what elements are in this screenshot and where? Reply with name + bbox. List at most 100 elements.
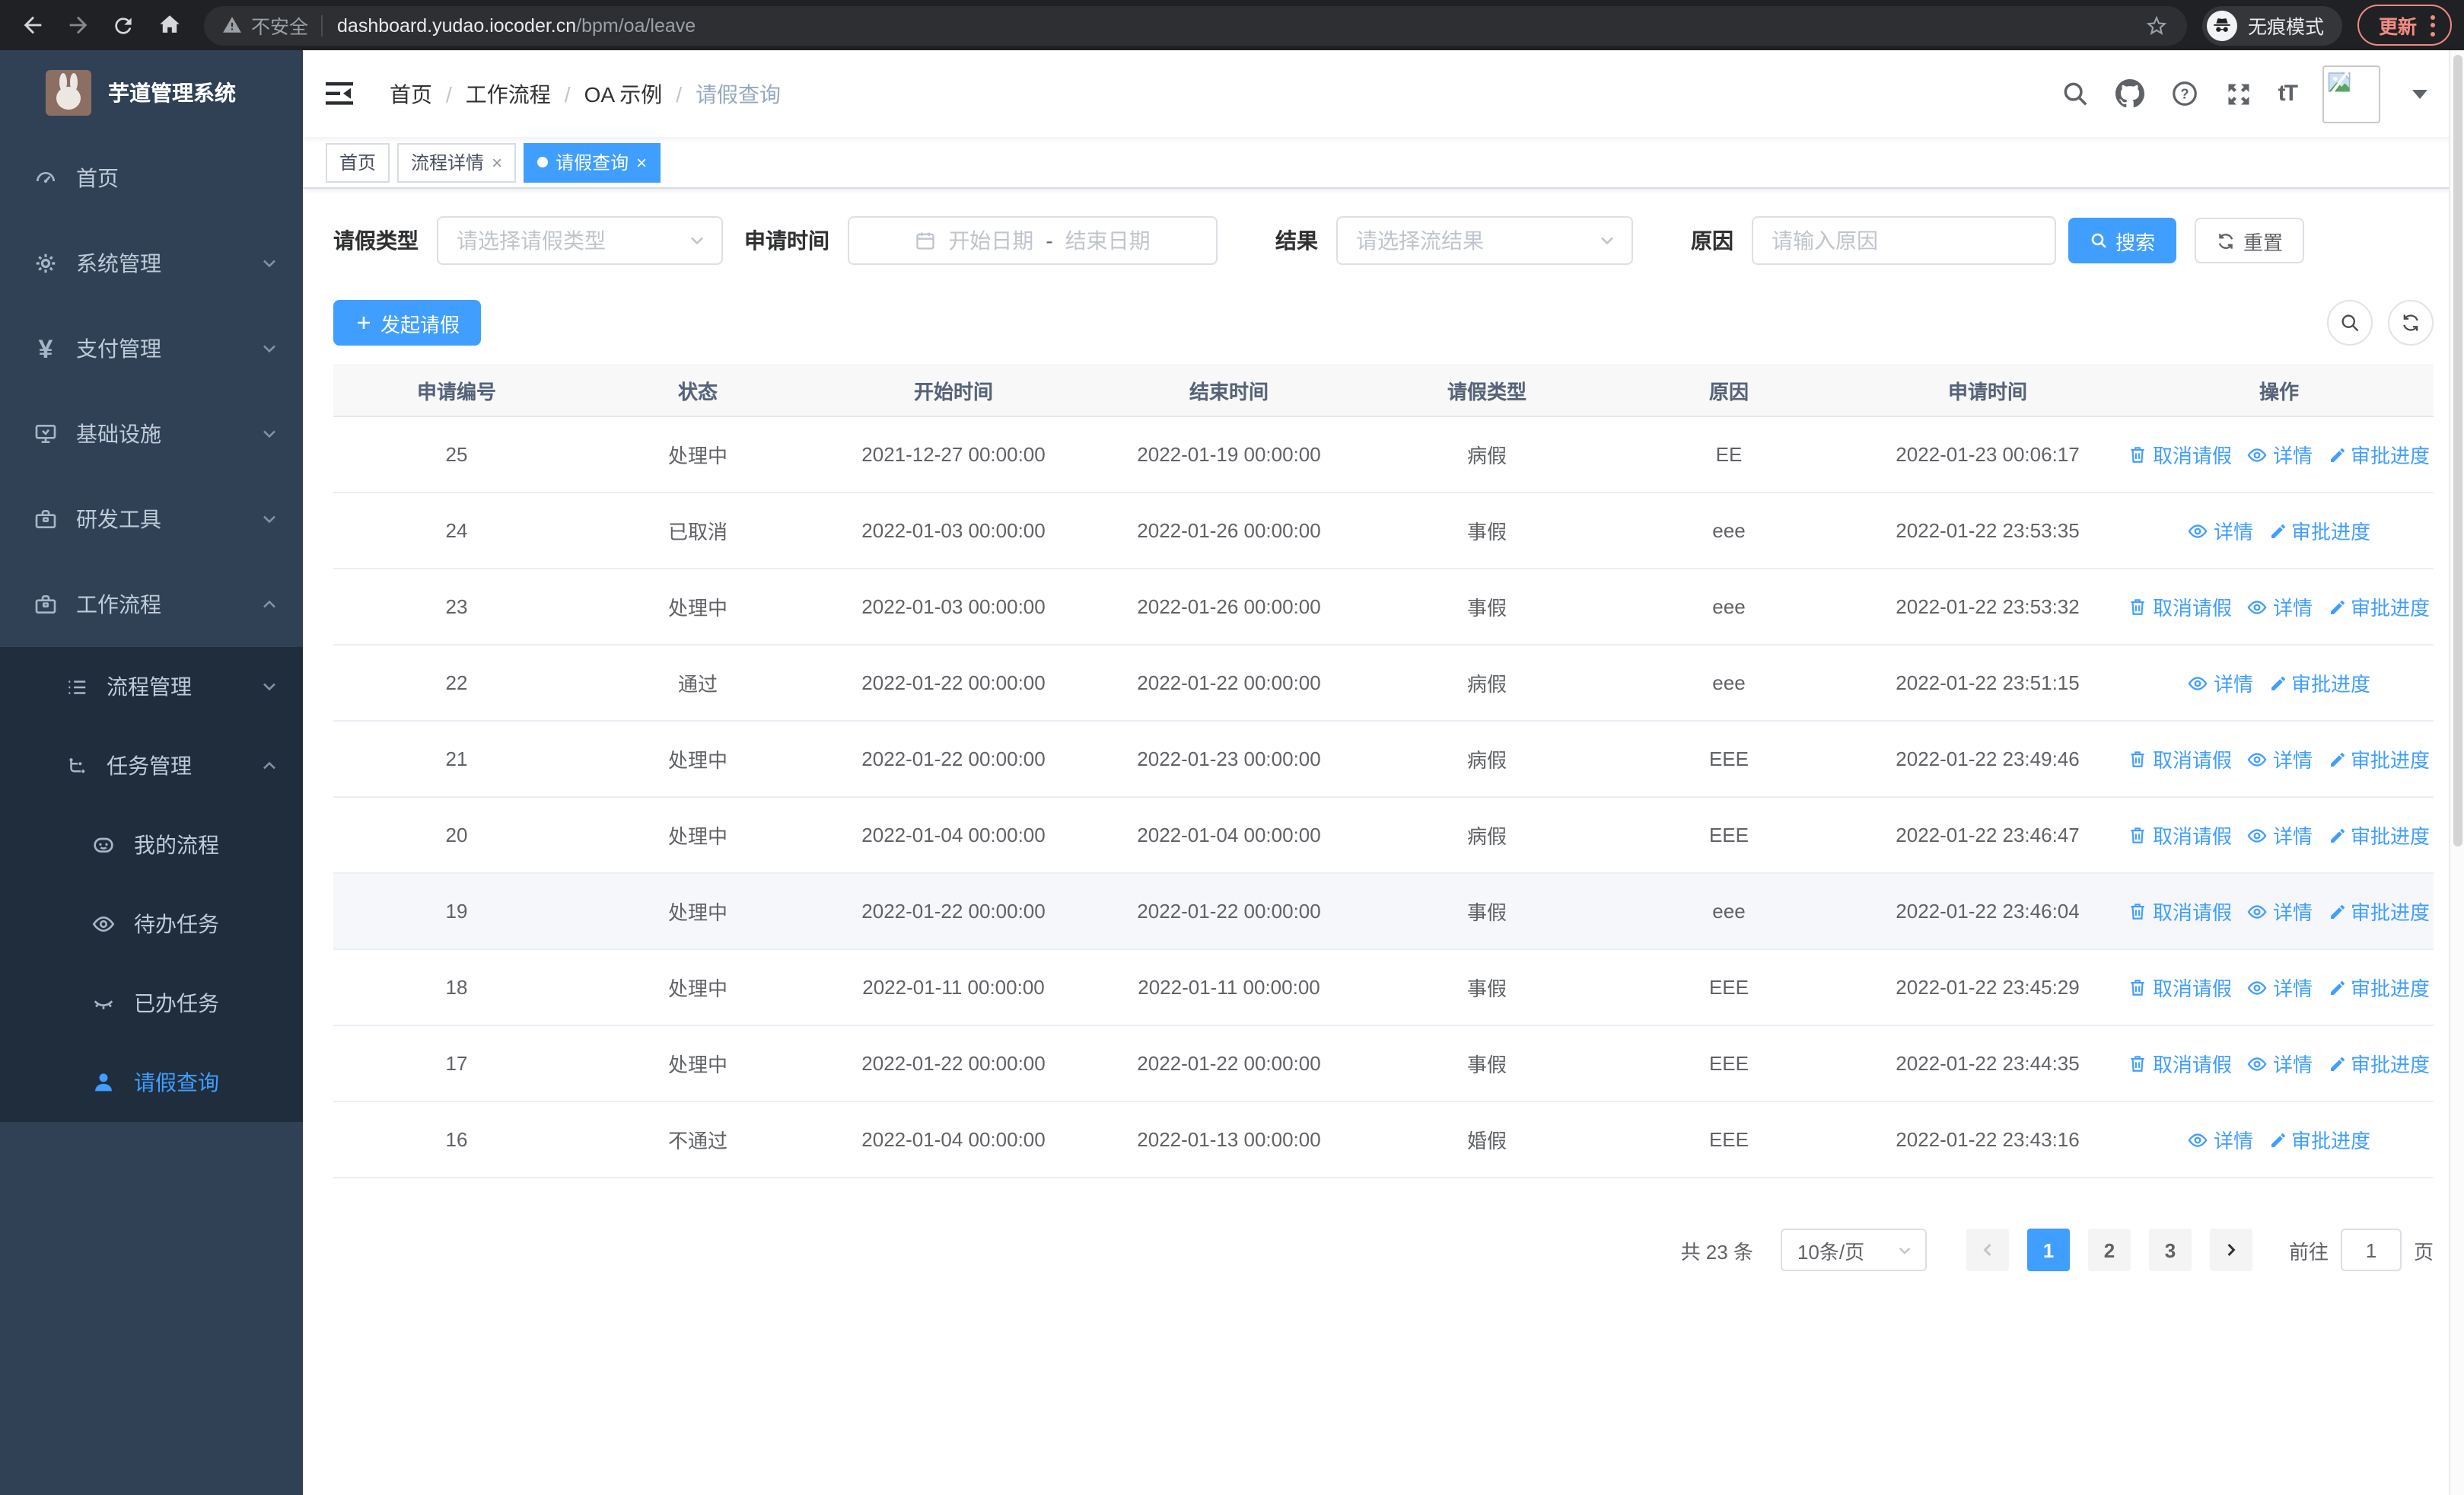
detail-link[interactable]: 详情 bbox=[2247, 744, 2313, 773]
close-icon[interactable]: × bbox=[492, 153, 502, 171]
browser-menu-icon[interactable] bbox=[2431, 14, 2435, 36]
refresh-table-button[interactable] bbox=[2388, 300, 2434, 346]
approval-progress-link[interactable]: 审批进度 bbox=[2268, 668, 2370, 697]
cell-apply-time: 2022-01-22 23:44:35 bbox=[1896, 1052, 2080, 1075]
fullscreen-icon[interactable] bbox=[2225, 80, 2252, 107]
detail-link[interactable]: 详情 bbox=[2247, 592, 2313, 621]
sidebar-item-my-process[interactable]: 我的流程 bbox=[0, 805, 303, 885]
cancel-leave-link[interactable]: 取消请假 bbox=[2128, 744, 2232, 773]
browser-home-icon[interactable] bbox=[149, 5, 189, 45]
browser-back-icon[interactable] bbox=[12, 5, 52, 45]
cancel-leave-link[interactable]: 取消请假 bbox=[2128, 897, 2232, 926]
approval-progress-link[interactable]: 审批进度 bbox=[2268, 1125, 2370, 1154]
tab-leave-query[interactable]: 请假查询 × bbox=[524, 142, 661, 182]
address-bar[interactable]: 不安全 dashboard.yudao.iocoder.cn/bpm/oa/le… bbox=[204, 5, 2187, 45]
detail-link[interactable]: 详情 bbox=[2247, 1049, 2313, 1078]
eye-icon bbox=[2248, 1057, 2268, 1070]
table-toolbar: 发起请假 bbox=[333, 300, 2434, 346]
search-icon bbox=[2091, 233, 2106, 248]
scrollbar[interactable] bbox=[2449, 50, 2464, 1495]
search-button[interactable]: 搜索 bbox=[2068, 218, 2177, 263]
search-icon[interactable] bbox=[2061, 79, 2090, 108]
detail-link[interactable]: 详情 bbox=[2247, 897, 2313, 926]
approval-progress-link[interactable]: 审批进度 bbox=[2328, 440, 2430, 469]
cell-apply-id: 23 bbox=[445, 595, 468, 618]
goto-page-input[interactable] bbox=[2340, 1229, 2402, 1271]
cell-apply-id: 24 bbox=[445, 519, 468, 542]
github-icon[interactable] bbox=[2115, 79, 2144, 108]
chevron-down-icon bbox=[263, 515, 275, 524]
page-size-select[interactable]: 10条/页 bbox=[1780, 1229, 1927, 1271]
chevron-down-icon bbox=[263, 260, 275, 268]
screen: 不安全 dashboard.yudao.iocoder.cn/bpm/oa/le… bbox=[0, 0, 2464, 1495]
avatar[interactable] bbox=[2322, 65, 2380, 123]
cell-end-time: 2022-01-11 00:00:00 bbox=[1138, 976, 1320, 999]
breadcrumb-workflow[interactable]: 工作流程 bbox=[466, 78, 551, 109]
approval-progress-link[interactable]: 审批进度 bbox=[2328, 973, 2430, 1002]
result-select[interactable]: 请选择流结果 bbox=[1336, 216, 1633, 265]
sidebar-item-done-tasks[interactable]: 已办任务 bbox=[0, 964, 303, 1043]
col-end-time: 结束时间 bbox=[1189, 380, 1269, 403]
font-size-icon[interactable]: tT bbox=[2278, 81, 2298, 107]
breadcrumb-oa-example[interactable]: OA 示例 bbox=[584, 78, 663, 109]
reason-input[interactable]: 请输入原因 bbox=[1752, 216, 2056, 265]
close-icon[interactable]: × bbox=[636, 153, 647, 171]
reset-button[interactable]: 重置 bbox=[2195, 218, 2305, 263]
bookmark-star-icon[interactable] bbox=[2144, 13, 2169, 37]
help-icon[interactable]: ? bbox=[2170, 79, 2199, 108]
browser-chrome: 不安全 dashboard.yudao.iocoder.cn/bpm/oa/le… bbox=[0, 0, 2464, 50]
approval-progress-link[interactable]: 审批进度 bbox=[2268, 516, 2370, 545]
cell-end-time: 2022-01-13 00:00:00 bbox=[1137, 1128, 1321, 1151]
sidebar-collapse-icon[interactable] bbox=[326, 82, 353, 105]
detail-link[interactable]: 详情 bbox=[2247, 821, 2313, 850]
sidebar-item-todo-tasks[interactable]: 待办任务 bbox=[0, 885, 303, 964]
approval-progress-link[interactable]: 审批进度 bbox=[2328, 821, 2430, 850]
breadcrumb-home[interactable]: 首页 bbox=[390, 78, 432, 109]
approval-progress-link[interactable]: 审批进度 bbox=[2328, 744, 2430, 773]
cell-end-time: 2022-01-04 00:00:00 bbox=[1137, 824, 1321, 846]
detail-link[interactable]: 详情 bbox=[2188, 668, 2253, 697]
prev-page-button[interactable] bbox=[1966, 1229, 2009, 1271]
page-button-1[interactable]: 1 bbox=[2026, 1229, 2070, 1271]
breadcrumb-current: 请假查询 bbox=[696, 81, 782, 106]
cancel-leave-link[interactable]: 取消请假 bbox=[2128, 821, 2232, 850]
sidebar-item-task-management[interactable]: 任务管理 bbox=[0, 726, 303, 805]
sidebar-item-payment[interactable]: ¥ 支付管理 bbox=[0, 306, 303, 391]
sidebar-item-leave-query[interactable]: 请假查询 bbox=[0, 1043, 303, 1122]
sidebar-item-system[interactable]: 系统管理 bbox=[0, 221, 303, 306]
cancel-leave-link[interactable]: 取消请假 bbox=[2128, 1049, 2232, 1078]
cancel-leave-link[interactable]: 取消请假 bbox=[2128, 592, 2232, 621]
browser-reload-icon[interactable] bbox=[103, 5, 143, 45]
sidebar-item-home[interactable]: 首页 bbox=[0, 135, 303, 221]
sidebar-item-devtools[interactable]: 研发工具 bbox=[0, 477, 303, 562]
cancel-leave-link[interactable]: 取消请假 bbox=[2128, 973, 2232, 1002]
sidebar-item-process-management[interactable]: 流程管理 bbox=[0, 647, 303, 726]
table-row: 19 处理中 2022-01-22 00:00:00 2022-01-22 00… bbox=[333, 874, 2434, 950]
app-logo-row: 芋道管理系统 bbox=[0, 50, 303, 135]
browser-update-button[interactable]: 更新 bbox=[2357, 5, 2452, 46]
tab-home[interactable]: 首页 bbox=[326, 142, 390, 182]
leave-type-select[interactable]: 请选择请假类型 bbox=[437, 216, 723, 265]
cell-apply-time: 2022-01-22 23:53:35 bbox=[1896, 519, 2080, 542]
browser-forward-icon[interactable] bbox=[58, 5, 97, 45]
cancel-leave-link[interactable]: 取消请假 bbox=[2128, 440, 2232, 469]
detail-link[interactable]: 详情 bbox=[2188, 1125, 2253, 1154]
next-page-button[interactable] bbox=[2209, 1229, 2252, 1271]
apply-time-range-picker[interactable]: 开始日期 - 结束日期 bbox=[848, 216, 1218, 265]
tab-process-detail[interactable]: 流程详情 × bbox=[397, 142, 517, 182]
create-leave-button[interactable]: 发起请假 bbox=[333, 300, 482, 346]
scrollbar-thumb[interactable] bbox=[2453, 55, 2462, 846]
approval-progress-link[interactable]: 审批进度 bbox=[2328, 592, 2430, 621]
detail-link[interactable]: 详情 bbox=[2188, 516, 2253, 545]
approval-progress-link[interactable]: 审批进度 bbox=[2328, 897, 2430, 926]
sidebar-item-infrastructure[interactable]: 基础设施 bbox=[0, 391, 303, 477]
detail-link[interactable]: 详情 bbox=[2247, 440, 2313, 469]
show-search-button[interactable] bbox=[2327, 300, 2373, 346]
page-button-3[interactable]: 3 bbox=[2148, 1229, 2192, 1271]
sidebar-item-workflow[interactable]: 工作流程 bbox=[0, 562, 303, 647]
page-button-2[interactable]: 2 bbox=[2087, 1229, 2131, 1271]
caret-down-icon[interactable] bbox=[2412, 89, 2427, 98]
detail-link[interactable]: 详情 bbox=[2247, 973, 2313, 1002]
approval-progress-link[interactable]: 审批进度 bbox=[2328, 1049, 2430, 1078]
refresh-icon bbox=[2218, 233, 2233, 248]
